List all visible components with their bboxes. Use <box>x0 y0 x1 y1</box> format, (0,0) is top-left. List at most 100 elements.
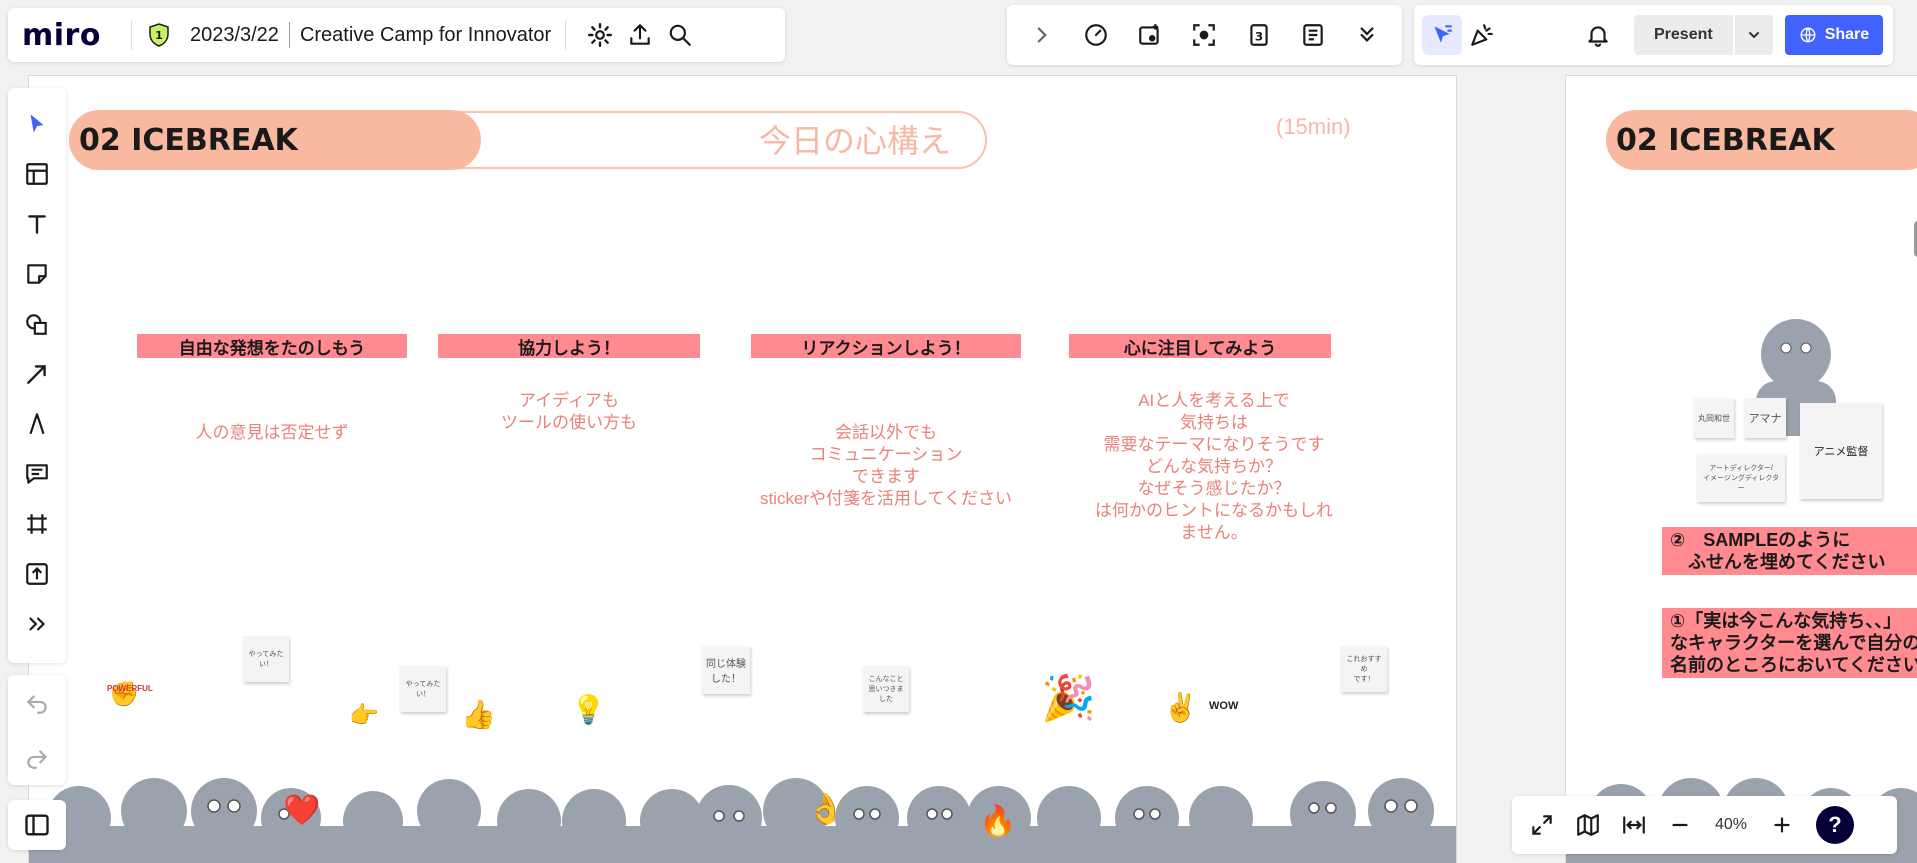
search-button[interactable] <box>660 15 700 55</box>
thumbs-up-sticker[interactable]: 👍 <box>461 698 496 731</box>
reactions-button[interactable] <box>1462 15 1502 55</box>
pen-tool[interactable] <box>17 404 57 444</box>
shield-icon[interactable]: 1 <box>146 22 172 48</box>
sticky-note[interactable]: やってみたい！ <box>400 666 446 712</box>
export-button[interactable] <box>620 15 660 55</box>
upload-tool[interactable] <box>17 554 57 594</box>
cursor-icon <box>1434 25 1452 43</box>
expand-toolbar-button[interactable] <box>1022 15 1062 55</box>
sidebar-icon <box>25 814 49 836</box>
select-tool[interactable] <box>17 104 57 144</box>
pointing-hand-sticker[interactable]: 👉 <box>349 701 379 730</box>
rule-desc-1: 人の意見は否定せず <box>195 423 349 442</box>
icebreak-heading-pill-right: 02 ICEBREAK <box>1606 110 1917 170</box>
comment-tool[interactable] <box>17 454 57 494</box>
select-icon <box>30 114 44 133</box>
fire-sticker[interactable]: 🔥 <box>979 804 1016 839</box>
notifications-button[interactable] <box>1578 15 1618 55</box>
arrow-tool[interactable] <box>17 354 57 394</box>
calendar-number: 3 <box>1254 29 1262 43</box>
zoom-toolbar: 40% ? <box>1512 796 1897 854</box>
frame-tool[interactable] <box>17 504 57 544</box>
duration-label: (15min) <box>1276 114 1351 139</box>
miro-logo[interactable]: miro <box>22 18 101 53</box>
board-header: miro 1 2023/3/22 Creative Camp for Innov… <box>8 8 785 62</box>
sample-note-name[interactable]: 丸岡和世 <box>1694 398 1734 438</box>
present-options-button[interactable] <box>1734 15 1773 55</box>
minimap-button[interactable] <box>1568 805 1608 845</box>
templates-icon <box>26 163 48 185</box>
sticky-note[interactable]: やってみたい！ <box>243 636 289 682</box>
fullscreen-button[interactable] <box>1522 805 1562 845</box>
voting-button[interactable] <box>1130 15 1170 55</box>
more-tools-icon <box>29 617 46 631</box>
calendar-3-icon: 3 <box>1249 24 1268 46</box>
shield-badge-number: 1 <box>155 29 163 42</box>
sticky-note[interactable]: これおすすめ です！ <box>1341 646 1387 692</box>
frame-icebreak-main[interactable]: 02 ICEBREAK 今日の心構え (15min) 自由な発想をたのしもう 協… <box>28 75 1457 863</box>
rule-label-1: 自由な発想をたのしもう <box>137 334 407 358</box>
lightbulb-sticker[interactable]: 💡 <box>571 693 606 726</box>
fit-width-icon <box>1623 816 1645 834</box>
sticky-note[interactable]: こんなこと 思いつきました <box>863 666 909 712</box>
more-collab-button[interactable] <box>1347 15 1387 55</box>
more-tools-button[interactable] <box>17 604 57 644</box>
text-tool[interactable] <box>17 204 57 244</box>
collaboration-toolbar: 3 <box>1007 5 1402 65</box>
heart-sticker[interactable]: ❤️ <box>283 793 320 828</box>
voting-icon <box>1139 24 1160 45</box>
notes-icon <box>1303 24 1323 46</box>
pen-icon <box>29 413 45 435</box>
divider <box>565 20 567 50</box>
celebration-sticker[interactable]: 🎉 <box>1041 672 1096 724</box>
ok-hand-sticker[interactable]: 👌 <box>807 792 844 827</box>
wow-sticker[interactable]: WOW <box>1209 700 1238 712</box>
redo-button[interactable] <box>17 738 57 778</box>
calendar-button[interactable]: 3 <box>1239 15 1279 55</box>
focus-icon <box>1193 24 1216 46</box>
rule-desc-3: 会話以外でも コミュニケーション できます stickerや付箋を活用してくださ… <box>759 423 1013 508</box>
settings-button[interactable] <box>580 15 620 55</box>
sticky-note-icon <box>27 264 47 284</box>
expand-icon <box>1532 815 1552 835</box>
chevron-right-icon <box>1037 27 1047 43</box>
help-button[interactable]: ? <box>1816 806 1854 844</box>
board-name[interactable]: Creative Camp for Innovator <box>300 24 551 47</box>
raising-hands-sticker[interactable]: ✌️ <box>1163 691 1198 724</box>
shapes-icon <box>26 314 47 335</box>
sample-note-role[interactable]: アニメ監督 <box>1800 403 1882 499</box>
frames-panel-toggle[interactable] <box>8 800 66 850</box>
instruction-select-character: ①「実は今こんな気持ち、、」 なキャラクターを選んで自分の 名前のところにおいて… <box>1662 608 1917 678</box>
frame-icon <box>27 514 47 534</box>
sticky-note-tool[interactable] <box>17 254 57 294</box>
templates-tool[interactable] <box>17 154 57 194</box>
sticky-note[interactable]: 同じ体験 した！ <box>702 646 750 694</box>
plus-icon <box>1774 817 1790 833</box>
character-crowd[interactable] <box>29 766 1457 863</box>
present-button[interactable]: Present <box>1634 15 1733 55</box>
double-chevron-down-icon <box>1360 27 1374 42</box>
notes-button[interactable] <box>1293 15 1333 55</box>
timer-button[interactable] <box>1076 15 1116 55</box>
shapes-tool[interactable] <box>17 304 57 344</box>
creation-toolbar <box>8 88 66 663</box>
rule-label-4: 心に注目してみよう <box>1069 334 1331 358</box>
fit-to-screen-button[interactable] <box>1614 805 1654 845</box>
zoom-level[interactable]: 40% <box>1706 816 1756 834</box>
zoom-out-button[interactable] <box>1660 805 1700 845</box>
instruction-fill-sticky: ② SAMPLEのように ふせんを埋めてください <box>1662 527 1917 575</box>
frame-icebreak-right[interactable]: 02 ICEBREAK 丸岡和世 アマナ アニメ監督 アートディレクター/ イメ… <box>1565 75 1917 863</box>
undo-button[interactable] <box>17 683 57 723</box>
upload-icon <box>26 563 48 585</box>
sample-note-company[interactable]: アマナ <box>1744 398 1786 438</box>
party-popper-icon <box>1471 24 1493 46</box>
frame-heading-right: 02 ICEBREAK <box>1616 122 1835 158</box>
rule-desc-2: アイディアも ツールの使い方も <box>501 391 637 432</box>
sample-note-title[interactable]: アートディレクター/ イメージングディレクター <box>1697 454 1785 502</box>
cursor-mode-button[interactable] <box>1422 15 1462 55</box>
board-date[interactable]: 2023/3/22 <box>190 24 279 47</box>
share-button[interactable]: Share <box>1784 15 1884 55</box>
timer-icon <box>1085 24 1108 46</box>
attention-focus-button[interactable] <box>1184 15 1224 55</box>
zoom-in-button[interactable] <box>1762 805 1802 845</box>
